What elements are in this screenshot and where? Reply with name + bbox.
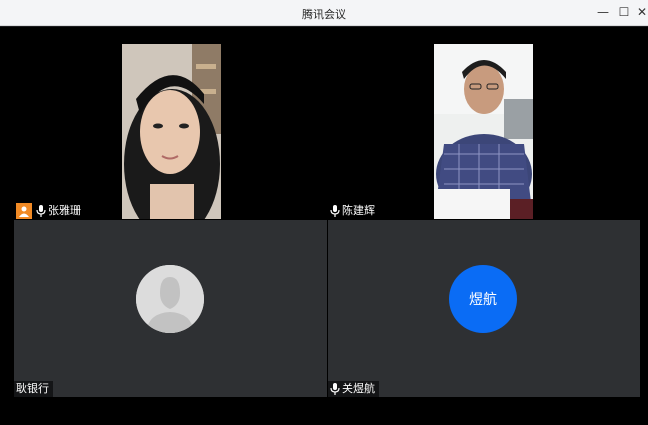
participant-tile[interactable]: 煜航 关煜航 (328, 220, 640, 397)
minimize-button[interactable]: — (595, 4, 611, 20)
default-person-icon (136, 265, 204, 333)
host-badge (16, 203, 32, 219)
participant-name-tag: 耿银行 (14, 381, 53, 397)
video-frame-icon (122, 44, 221, 219)
maximize-button[interactable]: ☐ (616, 4, 632, 20)
participant-tile[interactable]: 陈建辉 (328, 41, 640, 219)
participant-name: 陈建辉 (342, 204, 375, 217)
microphone-icon (330, 205, 340, 217)
participant-video (122, 44, 221, 219)
participant-name: 关煜航 (342, 382, 375, 395)
microphone-icon (330, 383, 340, 395)
participant-name: 耿银行 (16, 382, 49, 395)
initials-avatar: 煜航 (449, 265, 517, 333)
window-title: 腾讯会议 (302, 8, 346, 21)
participant-video (434, 44, 533, 219)
participant-tile[interactable]: 张雅珊 (14, 41, 327, 219)
video-grid: 张雅珊 陈建辉 耿银行 煜航 关煜航 (0, 27, 648, 425)
participant-name-tag: 张雅珊 (14, 203, 85, 219)
participant-name-tag: 关煜航 (328, 381, 379, 397)
video-frame-icon (434, 44, 533, 219)
title-bar: 腾讯会议 — ☐ ✕ (0, 0, 648, 26)
person-icon (19, 206, 29, 217)
participant-name-tag: 陈建辉 (328, 203, 379, 219)
participant-name: 张雅珊 (48, 204, 81, 217)
participant-tile[interactable]: 耿银行 (14, 220, 327, 397)
close-button[interactable]: ✕ (634, 4, 648, 20)
default-avatar (136, 265, 204, 333)
microphone-icon (36, 205, 46, 217)
